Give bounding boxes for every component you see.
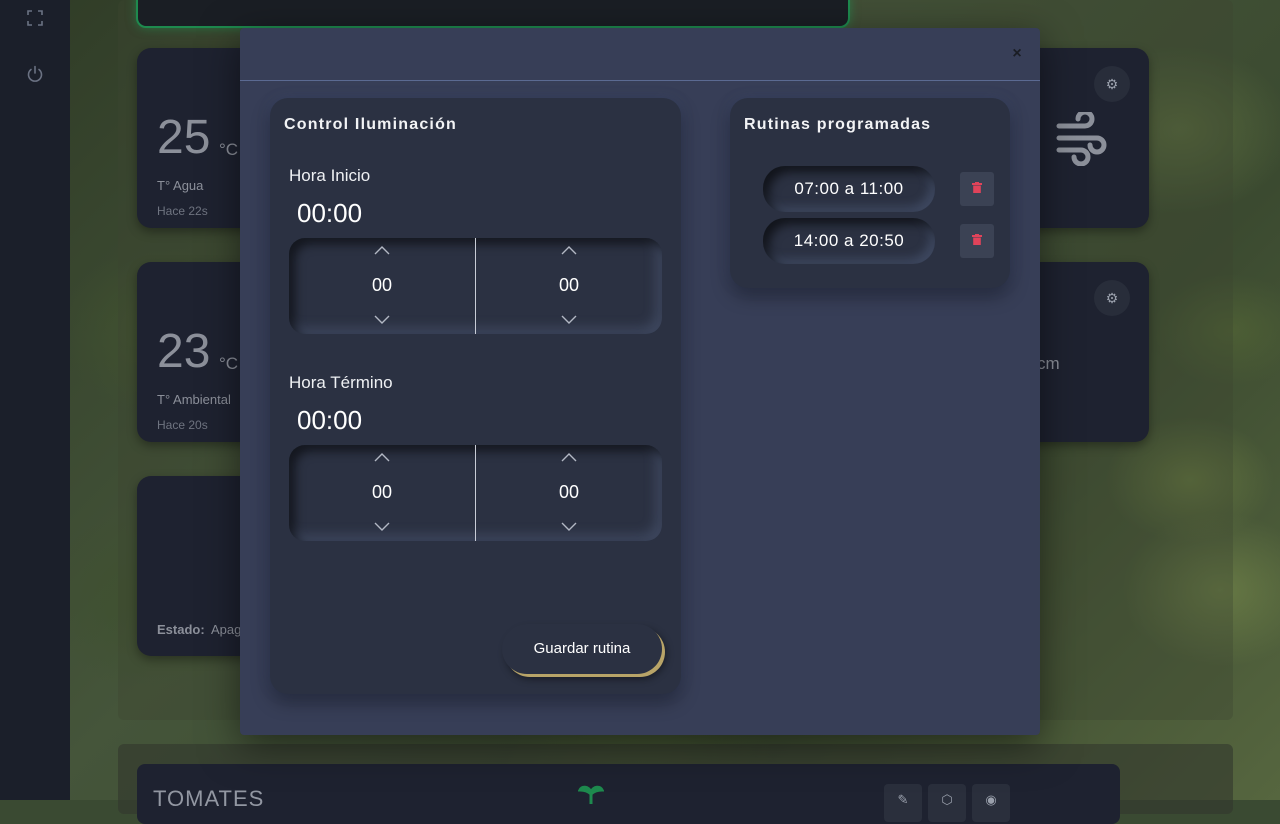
wind-icon bbox=[1055, 109, 1109, 171]
water-temp-value: 25 bbox=[157, 111, 211, 164]
box-icon[interactable]: ⬡ bbox=[928, 784, 966, 822]
scheduled-routines-title: Rutinas programadas bbox=[744, 116, 932, 133]
start-hours-up-chevron-icon[interactable] bbox=[289, 244, 475, 258]
ambient-temp-label: T° Ambiental bbox=[157, 392, 231, 407]
fullscreen-icon[interactable] bbox=[25, 10, 45, 30]
end-hours-value[interactable]: 00 bbox=[289, 482, 475, 503]
water-temp-label: T° Agua bbox=[157, 178, 204, 193]
active-device-card[interactable] bbox=[136, 0, 850, 28]
plant-icon bbox=[577, 784, 605, 809]
routine-item: 14:00 a 20:50 bbox=[763, 218, 935, 264]
level-unit: cm bbox=[1037, 354, 1060, 373]
save-routine-button[interactable]: Guardar rutina bbox=[502, 624, 662, 674]
power-icon[interactable] bbox=[25, 65, 45, 85]
gear-icon[interactable]: ⚙ bbox=[1094, 280, 1130, 316]
trash-icon bbox=[972, 234, 982, 245]
water-temp-unit: °C bbox=[219, 140, 239, 159]
scheduled-routines-panel: Rutinas programadas 07:00 a 11:00 14:00 … bbox=[730, 98, 1010, 288]
start-minutes-value[interactable]: 00 bbox=[476, 275, 662, 296]
end-hours-down-chevron-icon[interactable] bbox=[289, 521, 475, 535]
start-hours-down-chevron-icon[interactable] bbox=[289, 314, 475, 328]
end-minutes-up-chevron-icon[interactable] bbox=[476, 451, 662, 465]
water-temp-updated: Hace 22s bbox=[157, 204, 208, 218]
routine-item: 07:00 a 11:00 bbox=[763, 166, 935, 212]
delete-routine-button[interactable] bbox=[960, 172, 994, 206]
start-hours-value[interactable]: 00 bbox=[289, 275, 475, 296]
ambient-temp-value: 23 bbox=[157, 325, 211, 378]
close-icon[interactable]: × bbox=[1010, 46, 1024, 62]
end-time-label: Hora Término bbox=[289, 373, 393, 392]
end-time-picker: 00 00 bbox=[289, 445, 662, 541]
delete-routine-button[interactable] bbox=[960, 224, 994, 258]
state-value: Apag bbox=[211, 622, 242, 637]
routine-modal: × Control Iluminación Hora Inicio 00:00 … bbox=[240, 28, 1040, 735]
end-time-display: 00:00 bbox=[297, 405, 363, 435]
modal-header: × bbox=[240, 28, 1040, 81]
start-time-picker: 00 00 bbox=[289, 238, 662, 334]
end-minutes-down-chevron-icon[interactable] bbox=[476, 521, 662, 535]
end-minutes-column: 00 bbox=[476, 445, 662, 541]
start-time-display: 00:00 bbox=[297, 198, 363, 228]
trash-icon bbox=[972, 182, 982, 193]
edit-icon[interactable]: ✎ bbox=[884, 784, 922, 822]
start-minutes-down-chevron-icon[interactable] bbox=[476, 314, 662, 328]
start-minutes-up-chevron-icon[interactable] bbox=[476, 244, 662, 258]
ambient-temp-unit: °C bbox=[219, 354, 239, 373]
start-hours-column: 00 bbox=[289, 238, 475, 334]
end-minutes-value[interactable]: 00 bbox=[476, 482, 662, 503]
gear-icon[interactable]: ⚙ bbox=[1094, 66, 1130, 102]
start-time-label: Hora Inicio bbox=[289, 166, 371, 185]
crop-title: TOMATES bbox=[153, 786, 265, 811]
location-icon[interactable]: ◉ bbox=[972, 784, 1010, 822]
lighting-control-title: Control Iluminación bbox=[284, 116, 458, 133]
start-minutes-column: 00 bbox=[476, 238, 662, 334]
end-hours-up-chevron-icon[interactable] bbox=[289, 451, 475, 465]
end-hours-column: 00 bbox=[289, 445, 475, 541]
lighting-control-panel: Control Iluminación Hora Inicio 00:00 00… bbox=[270, 98, 681, 694]
sidebar bbox=[0, 0, 70, 800]
state-label: Estado: bbox=[157, 622, 205, 637]
ambient-temp-updated: Hace 20s bbox=[157, 418, 208, 432]
